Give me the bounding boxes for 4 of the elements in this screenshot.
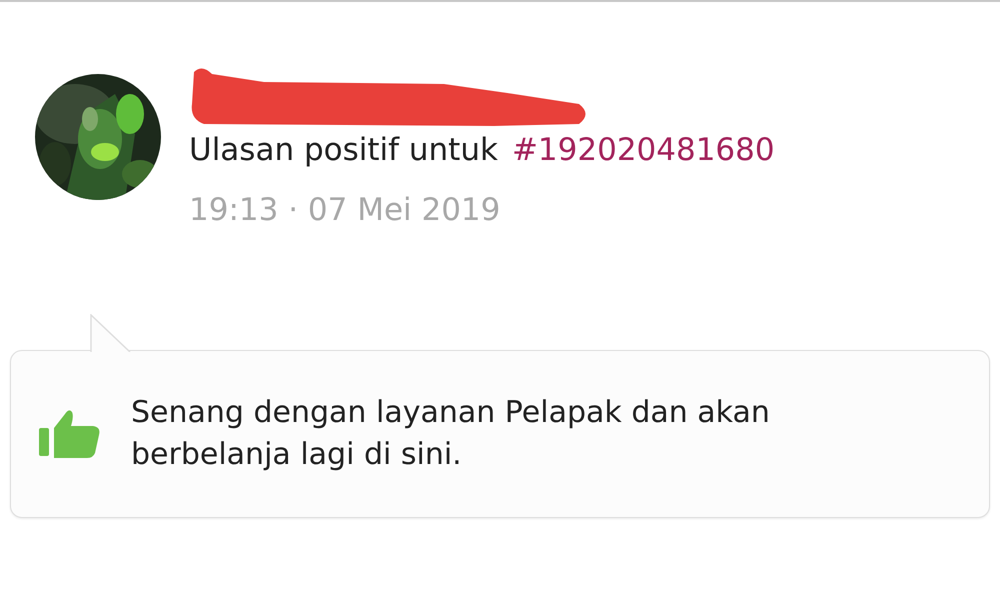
- review-title: Ulasan positif untuk: [189, 131, 498, 170]
- comment-text: Senang dengan layanan Pelapak dan akan berbelanja lagi di sini.: [131, 394, 771, 474]
- invoice-link[interactable]: #192020481680: [512, 130, 775, 170]
- review-time: 19:13 · 07 Mei 2019: [189, 191, 502, 230]
